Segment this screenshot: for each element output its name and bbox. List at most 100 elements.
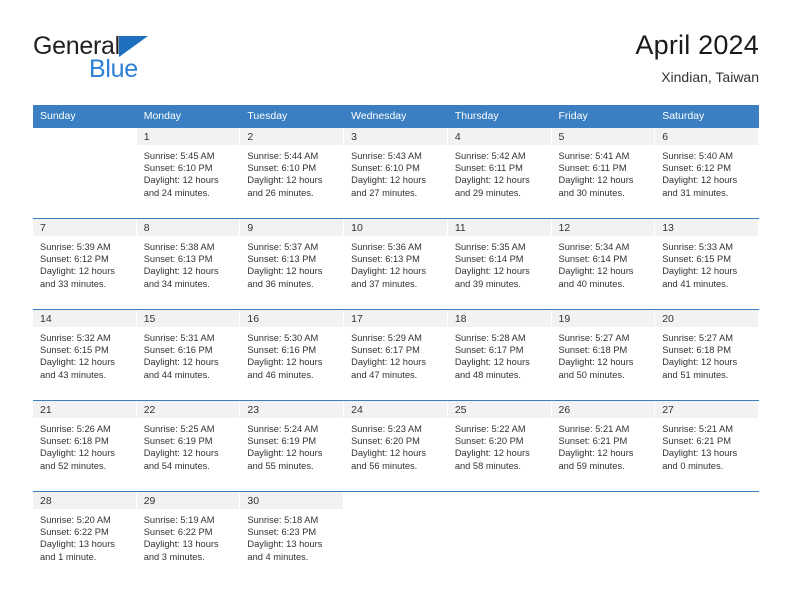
day-number: 6 <box>662 131 669 143</box>
daylight-text-line2: and 41 minutes. <box>662 278 729 289</box>
sunset-text: Sunset: 6:18 PM <box>662 345 731 356</box>
sunrise-text: Sunrise: 5:36 AM <box>351 242 422 252</box>
calendar-week-row: 21 Sunrise: 5:26 AM Sunset: 6:18 PM Dayligh… <box>33 400 759 492</box>
calendar-day-cell[interactable]: 9 Sunrise: 5:37 AM Sunset: 6:13 PM Daylight… <box>240 218 345 310</box>
sunrise-text: Sunrise: 5:21 AM <box>662 424 734 434</box>
weekday-header-wednesday: Wednesday <box>344 105 448 128</box>
calendar-day-cell[interactable]: 1 Sunrise: 5:45 AM Sunset: 6:10 PM Daylight… <box>136 127 241 219</box>
sunrise-text: Sunrise: 5:40 AM <box>662 151 734 161</box>
sunrise-text: Sunrise: 5:42 AM <box>454 151 526 161</box>
logo-triangle-icon <box>119 36 148 57</box>
sunset-text: Sunset: 6:10 PM <box>351 163 420 174</box>
daylight-text-line2: and 3 minutes. <box>143 551 205 562</box>
calendar-day-cell[interactable]: 18 Sunrise: 5:28 AM Sunset: 6:17 PM Dayligh… <box>447 309 552 401</box>
calendar-day-cell[interactable]: 19 Sunrise: 5:27 AM Sunset: 6:18 PM Dayligh… <box>551 309 656 401</box>
daylight-text-line2: and 44 minutes. <box>143 369 210 380</box>
daylight-text-line1: Daylight: 12 hours <box>143 448 219 459</box>
day-sun-info: Sunrise: 5:32 AM Sunset: 6:15 PM Daylight:… <box>33 327 137 381</box>
calendar-day-cell[interactable]: 20 Sunrise: 5:27 AM Sunset: 6:18 PM Dayligh… <box>655 309 759 401</box>
calendar-day-cell[interactable]: 6 Sunrise: 5:40 AM Sunset: 6:12 PM Daylight… <box>655 127 759 219</box>
day-number-band: 13 <box>655 219 759 236</box>
day-sun-info: Sunrise: 5:38 AM Sunset: 6:13 PM Daylight:… <box>137 236 241 290</box>
calendar-day-cell[interactable]: 5 Sunrise: 5:41 AM Sunset: 6:11 PM Daylight… <box>551 127 656 219</box>
daylight-text-line1: Daylight: 12 hours <box>662 357 738 368</box>
calendar-day-cell[interactable]: 4 Sunrise: 5:42 AM Sunset: 6:11 PM Daylight… <box>447 127 552 219</box>
day-sun-info: Sunrise: 5:29 AM Sunset: 6:17 PM Daylight:… <box>344 327 448 381</box>
calendar-day-cell[interactable]: 25 Sunrise: 5:22 AM Sunset: 6:20 PM Dayligh… <box>447 400 552 492</box>
calendar-day-cell[interactable]: 23 Sunrise: 5:24 AM Sunset: 6:19 PM Dayligh… <box>240 400 345 492</box>
daylight-text-line1: Daylight: 12 hours <box>247 175 323 186</box>
page-header: General Blue April 2024 Xindian, Taiwan <box>33 28 759 100</box>
sunset-text: Sunset: 6:20 PM <box>351 436 420 447</box>
daylight-text-line1: Daylight: 13 hours <box>662 448 738 459</box>
page-subtitle-location: Xindian, Taiwan <box>661 69 759 85</box>
weekday-header-sunday: Sunday <box>33 105 137 128</box>
calendar-day-cell[interactable]: 30 Sunrise: 5:18 AM Sunset: 6:23 PM Dayligh… <box>240 491 345 582</box>
calendar-day-cell[interactable]: 11 Sunrise: 5:35 AM Sunset: 6:14 PM Dayligh… <box>447 218 552 310</box>
daylight-text-line1: Daylight: 12 hours <box>40 357 115 368</box>
calendar-day-cell[interactable]: 26 Sunrise: 5:21 AM Sunset: 6:21 PM Dayligh… <box>551 400 656 492</box>
day-number-band: 30 <box>240 492 345 509</box>
daylight-text-line2: and 50 minutes. <box>558 369 625 380</box>
day-number-band: 24 <box>344 401 448 418</box>
sunrise-text: Sunrise: 5:33 AM <box>662 242 734 252</box>
calendar-day-cell[interactable]: 8 Sunrise: 5:38 AM Sunset: 6:13 PM Daylight… <box>136 218 241 310</box>
calendar-day-cell[interactable]: 22 Sunrise: 5:25 AM Sunset: 6:19 PM Dayligh… <box>136 400 241 492</box>
day-cell-inner <box>447 492 552 582</box>
day-cell-inner: 12 Sunrise: 5:34 AM Sunset: 6:14 PM Dayligh… <box>551 219 656 309</box>
page-title: April 2024 <box>635 30 759 60</box>
daylight-text-line1: Daylight: 12 hours <box>662 266 738 277</box>
day-number-band <box>551 492 656 509</box>
sunrise-text: Sunrise: 5:34 AM <box>558 242 630 252</box>
calendar-body: 1 Sunrise: 5:45 AM Sunset: 6:10 PM Daylight… <box>33 127 759 582</box>
calendar-day-cell[interactable]: 13 Sunrise: 5:33 AM Sunset: 6:15 PM Dayligh… <box>655 218 759 310</box>
daylight-text-line2: and 4 minutes. <box>247 551 309 562</box>
day-cell-inner: 2 Sunrise: 5:44 AM Sunset: 6:10 PM Daylight… <box>240 128 345 218</box>
day-number: 9 <box>247 222 254 234</box>
logo-text-blue: Blue <box>89 55 138 83</box>
calendar-day-cell[interactable]: 3 Sunrise: 5:43 AM Sunset: 6:10 PM Daylight… <box>344 127 448 219</box>
day-number-band: 9 <box>240 219 345 236</box>
calendar-day-cell[interactable]: 10 Sunrise: 5:36 AM Sunset: 6:13 PM Dayligh… <box>344 218 448 310</box>
day-number-band: 12 <box>551 219 656 236</box>
day-cell-inner: 3 Sunrise: 5:43 AM Sunset: 6:10 PM Daylight… <box>344 128 448 218</box>
sunset-text: Sunset: 6:13 PM <box>351 254 420 265</box>
calendar-day-cell[interactable]: 15 Sunrise: 5:31 AM Sunset: 6:16 PM Dayligh… <box>136 309 241 401</box>
calendar-day-cell[interactable]: 7 Sunrise: 5:39 AM Sunset: 6:12 PM Daylight… <box>33 218 137 310</box>
day-cell-inner: 22 Sunrise: 5:25 AM Sunset: 6:19 PM Dayligh… <box>136 401 241 491</box>
daylight-text-line2: and 24 minutes. <box>143 187 210 198</box>
sunrise-text: Sunrise: 5:22 AM <box>454 424 526 434</box>
day-number-band <box>33 128 137 145</box>
sunset-text: Sunset: 6:17 PM <box>454 345 524 356</box>
sunrise-text: Sunrise: 5:30 AM <box>247 333 319 343</box>
calendar-day-cell[interactable]: 21 Sunrise: 5:26 AM Sunset: 6:18 PM Dayligh… <box>33 400 137 492</box>
daylight-text-line2: and 30 minutes. <box>558 187 625 198</box>
day-number: 18 <box>454 313 467 325</box>
daylight-text-line1: Daylight: 12 hours <box>40 448 115 459</box>
daylight-text-line2: and 54 minutes. <box>143 460 210 471</box>
calendar-day-cell[interactable]: 16 Sunrise: 5:30 AM Sunset: 6:16 PM Dayligh… <box>240 309 345 401</box>
day-sun-info: Sunrise: 5:24 AM Sunset: 6:19 PM Daylight:… <box>240 418 344 472</box>
calendar-day-cell[interactable]: 27 Sunrise: 5:21 AM Sunset: 6:21 PM Dayligh… <box>655 400 759 492</box>
calendar-day-cell[interactable]: 24 Sunrise: 5:23 AM Sunset: 6:20 PM Dayligh… <box>344 400 448 492</box>
sunset-text: Sunset: 6:16 PM <box>143 345 213 356</box>
day-number-band: 7 <box>33 219 137 236</box>
day-sun-info: Sunrise: 5:26 AM Sunset: 6:18 PM Daylight:… <box>33 418 137 472</box>
sunrise-text: Sunrise: 5:41 AM <box>558 151 630 161</box>
calendar-day-cell[interactable]: 17 Sunrise: 5:29 AM Sunset: 6:17 PM Dayligh… <box>344 309 448 401</box>
day-number-band <box>655 492 759 509</box>
sunrise-text: Sunrise: 5:25 AM <box>143 424 215 434</box>
day-sun-info: Sunrise: 5:28 AM Sunset: 6:17 PM Daylight:… <box>448 327 552 381</box>
calendar-day-cell[interactable]: 2 Sunrise: 5:44 AM Sunset: 6:10 PM Daylight… <box>240 127 345 219</box>
calendar-day-cell[interactable]: 14 Sunrise: 5:32 AM Sunset: 6:15 PM Dayligh… <box>33 309 137 401</box>
calendar-day-cell[interactable]: 12 Sunrise: 5:34 AM Sunset: 6:14 PM Dayligh… <box>551 218 656 310</box>
calendar-day-cell[interactable]: 29 Sunrise: 5:19 AM Sunset: 6:22 PM Dayligh… <box>136 491 241 582</box>
day-number: 12 <box>558 222 571 234</box>
calendar-day-cell[interactable]: 28 Sunrise: 5:20 AM Sunset: 6:22 PM Dayligh… <box>33 491 137 582</box>
day-number: 26 <box>558 404 571 416</box>
day-number-band: 2 <box>240 128 345 145</box>
day-number <box>448 492 551 495</box>
sunset-text: Sunset: 6:13 PM <box>247 254 317 265</box>
weekday-header: Sunday Monday Tuesday Wednesday Thursday Frid… <box>33 105 759 128</box>
day-cell-inner: 25 Sunrise: 5:22 AM Sunset: 6:20 PM Dayligh… <box>447 401 552 491</box>
